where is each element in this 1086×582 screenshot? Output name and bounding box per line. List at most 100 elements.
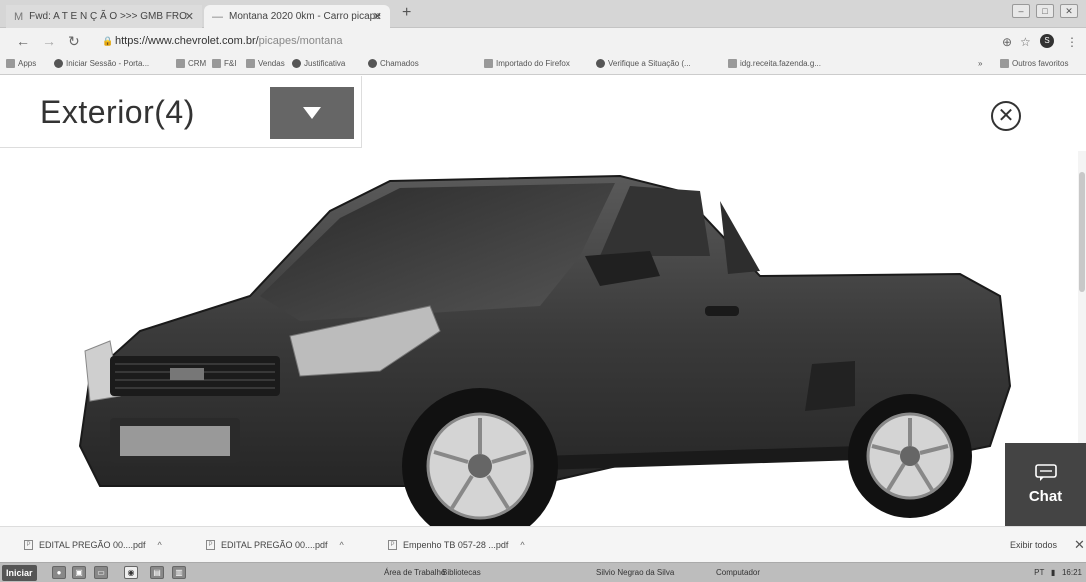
gallery-header: Exterior(4) <box>0 76 362 148</box>
bookmarks-bar: Apps Iniciar Sessão - Porta... CRM F&I V… <box>0 55 1086 75</box>
gallery-dropdown-button[interactable] <box>270 87 354 139</box>
chrome-taskbar-icon[interactable]: ● <box>52 566 66 579</box>
app-taskbar-icon[interactable]: ▤ <box>150 566 164 579</box>
download-item[interactable]: P Empenho TB 057-28 ...pdf ^ <box>388 540 525 550</box>
bookmark-label: Justificativa <box>304 59 346 68</box>
bookmark-outros-favoritos[interactable]: Outros favoritos <box>1000 59 1068 68</box>
chat-label: Chat <box>1028 488 1063 505</box>
star-icon[interactable]: ☆ <box>1020 35 1031 49</box>
profile-avatar[interactable]: S <box>1040 34 1054 48</box>
taskbar-item-user[interactable]: Silvio Negrao da Silva <box>596 568 674 577</box>
bookmarks-overflow[interactable]: » <box>978 59 982 68</box>
system-tray: PT ▮ 16:21 <box>1034 568 1082 577</box>
tab-montana[interactable]: — Montana 2020 0km - Carro picape ✕ <box>204 5 390 28</box>
chevron-up-icon[interactable]: ^ <box>340 540 344 550</box>
menu-icon[interactable]: ⋮ <box>1066 35 1078 49</box>
bookmark-crm[interactable]: CRM <box>176 59 206 68</box>
close-circle-icon[interactable]: ✕ <box>991 101 1021 131</box>
site-icon <box>368 59 377 68</box>
bookmark-vendas[interactable]: Vendas <box>246 59 285 68</box>
language-indicator[interactable]: PT <box>1034 568 1044 577</box>
site-icon <box>54 59 63 68</box>
bookmark-label: Outros favoritos <box>1012 59 1069 68</box>
bookmark-apps[interactable]: Apps <box>6 59 36 68</box>
new-tab-button[interactable]: + <box>402 4 411 22</box>
minimize-icon[interactable]: – <box>1012 4 1030 18</box>
page-content: Exterior(4) ✕ Chat <box>0 76 1086 526</box>
app-taskbar-icon[interactable]: ▥ <box>172 566 186 579</box>
bookmark-label: » <box>978 59 983 68</box>
site-icon <box>596 59 605 68</box>
chat-button[interactable]: Chat <box>1005 443 1086 526</box>
browser-toolbar: ← → ↻ 🔒 https://www.chevrolet.com.br/pic… <box>0 28 1086 55</box>
pickup-truck-image <box>78 174 1012 526</box>
folder-taskbar-icon[interactable]: ▭ <box>94 566 108 579</box>
folder-icon <box>1000 59 1009 68</box>
bookmark-fni[interactable]: F&I <box>212 59 236 68</box>
url-host: https://www.chevrolet.com.br/ <box>115 35 259 47</box>
download-item[interactable]: P EDITAL PREGÃO 00....pdf ^ <box>24 540 162 550</box>
pdf-icon: P <box>24 540 33 550</box>
download-filename: EDITAL PREGÃO 00....pdf <box>39 540 146 550</box>
browser-taskbar-icon[interactable]: ◉ <box>124 566 138 579</box>
zoom-icon[interactable]: ⊕ <box>1002 35 1012 49</box>
site-icon <box>292 59 301 68</box>
tab-close-icon[interactable]: ✕ <box>373 10 382 23</box>
start-button[interactable]: Iniciar <box>2 565 37 581</box>
gallery-title: Exterior(4) <box>40 94 195 130</box>
bookmark-folder-firefox[interactable]: Importado do Firefox <box>484 59 570 68</box>
show-all-downloads-link[interactable]: Exibir todos <box>1010 540 1057 550</box>
bookmark-verifique[interactable]: Verifique a Situação (... <box>596 59 691 68</box>
close-downloads-icon[interactable]: ✕ <box>1074 537 1085 553</box>
bookmark-receita[interactable]: idg.receita.fazenda.g... <box>728 59 821 68</box>
download-item[interactable]: P EDITAL PREGÃO 00....pdf ^ <box>206 540 344 550</box>
clock[interactable]: 16:21 <box>1062 568 1082 577</box>
downloads-bar: P EDITAL PREGÃO 00....pdf ^ P EDITAL PRE… <box>0 526 1086 562</box>
bookmark-label: Importado do Firefox <box>496 59 570 68</box>
url-path: picapes/montana <box>258 35 343 47</box>
bookmark-label: Apps <box>18 59 37 68</box>
tab-title: Fwd: A T E N Ç Ã O >>> GMB FRO <box>29 11 187 22</box>
download-filename: EDITAL PREGÃO 00....pdf <box>221 540 328 550</box>
bookmark-label: Vendas <box>258 59 285 68</box>
bookmark-iniciar-sessao[interactable]: Iniciar Sessão - Porta... <box>54 59 149 68</box>
scrollbar-thumb[interactable] <box>1079 172 1085 292</box>
download-filename: Empenho TB 057-28 ...pdf <box>403 540 509 550</box>
explorer-taskbar-icon[interactable]: ▣ <box>72 566 86 579</box>
taskbar-item-libraries[interactable]: Bibliotecas <box>442 568 481 577</box>
taskbar-item-desktop[interactable]: Área de Trabalho <box>384 568 445 577</box>
browser-tab-strip: M Fwd: A T E N Ç Ã O >>> GMB FRO ✕ — Mon… <box>0 0 1086 28</box>
tab-title: Montana 2020 0km - Carro picape <box>229 11 381 22</box>
bookmark-justificativa[interactable]: Justificativa <box>292 59 345 68</box>
bookmark-label: Verifique a Situação (... <box>608 59 691 68</box>
address-bar[interactable]: https://www.chevrolet.com.br/picapes/mon… <box>115 35 342 47</box>
network-icon[interactable]: ▮ <box>1051 568 1055 577</box>
forward-icon[interactable]: → <box>42 33 56 49</box>
site-icon <box>176 59 185 68</box>
bookmark-label: Chamados <box>380 59 419 68</box>
gmail-icon: M <box>14 10 24 23</box>
folder-icon <box>484 59 493 68</box>
site-icon <box>212 59 221 68</box>
maximize-icon[interactable]: □ <box>1036 4 1054 18</box>
bookmark-label: CRM <box>188 59 207 68</box>
reload-icon[interactable]: ↻ <box>68 33 80 50</box>
os-taskbar: Iniciar ● ▣ ▭ ◉ ▤ ▥ Área de Trabalho Bib… <box>0 562 1086 582</box>
taskbar-item-computer[interactable]: Computador <box>716 568 760 577</box>
apps-icon <box>6 59 15 68</box>
chevron-down-icon <box>303 107 321 119</box>
site-icon <box>728 59 737 68</box>
site-icon <box>246 59 255 68</box>
chevron-up-icon[interactable]: ^ <box>520 540 524 550</box>
tab-email[interactable]: M Fwd: A T E N Ç Ã O >>> GMB FRO ✕ <box>6 5 202 28</box>
bookmark-label: F&I <box>224 59 237 68</box>
bookmark-label: idg.receita.fazenda.g... <box>740 59 821 68</box>
tab-close-icon[interactable]: ✕ <box>185 10 194 23</box>
pdf-icon: P <box>206 540 215 550</box>
bookmark-chamados[interactable]: Chamados <box>368 59 419 68</box>
lock-icon: 🔒 <box>102 36 114 46</box>
chevron-up-icon[interactable]: ^ <box>158 540 162 550</box>
back-icon[interactable]: ← <box>16 33 30 49</box>
close-window-icon[interactable]: ✕ <box>1060 4 1078 18</box>
pdf-icon: P <box>388 540 397 550</box>
